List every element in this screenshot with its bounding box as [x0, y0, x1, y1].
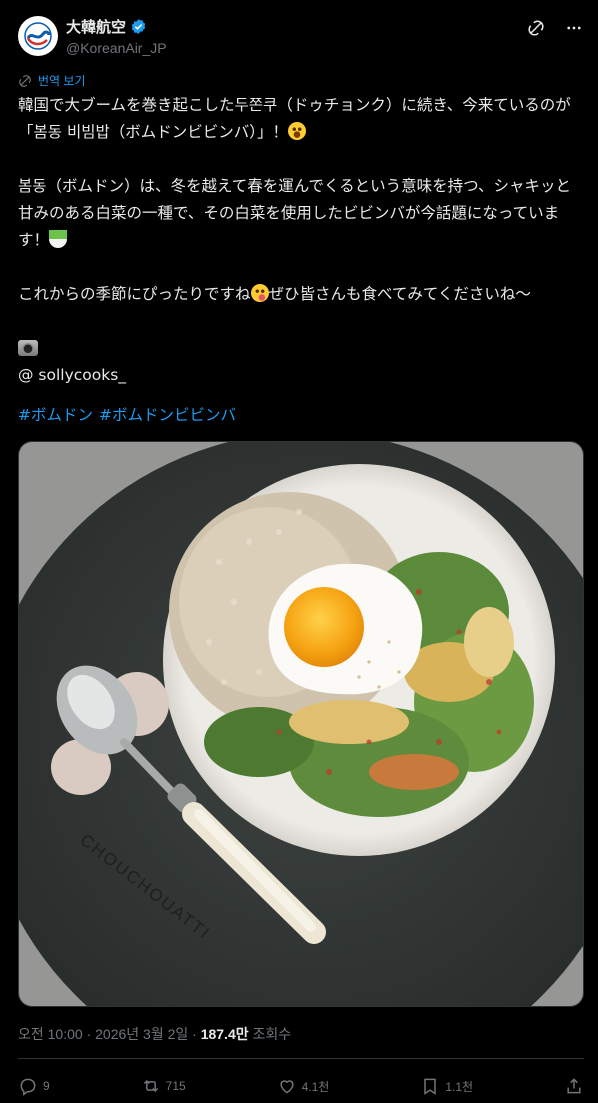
bookmark-icon [424, 1078, 437, 1095]
bookmark-button[interactable]: 1.1천 [420, 1076, 473, 1096]
verified-badge-icon [131, 19, 146, 34]
tweet-photo[interactable]: CHOUCHOUATTI [18, 441, 584, 1007]
translate-label[interactable]: 번역 보기 [38, 72, 86, 89]
more-options-icon[interactable] [564, 18, 584, 38]
like-count: 4.1천 [301, 1079, 330, 1094]
repost-button[interactable]: 715 [141, 1076, 186, 1096]
egg-yolk [284, 587, 364, 667]
hashtag-bomdong[interactable]: #ボムドン [18, 403, 93, 425]
bookmark-count: 1.1천 [445, 1079, 474, 1094]
share-icon [567, 1078, 581, 1094]
divider [18, 1058, 584, 1059]
hashtags: #ボムドン #ボムドンビビンバ [18, 403, 236, 425]
reply-button[interactable]: 9 [18, 1076, 50, 1096]
tweet-line-3b: ぜひ皆さんも食べてみてくださいね〜 [268, 285, 531, 303]
bibimbap-photo: CHOUCHOUATTI [19, 442, 583, 1006]
tweet-text: 韓国で大ブームを巻き起こした두쫀쿠（ドゥチョンク）に続き、今来ているのが「봄동 … [18, 92, 582, 389]
korean-air-logo-icon [24, 22, 52, 50]
views-label: 조회수 [248, 1026, 292, 1042]
repost-count: 715 [165, 1079, 186, 1093]
repost-icon [143, 1079, 158, 1093]
tweet-line-2: 봄동（ボムドン）は、冬を越えて春を運んでくるという意味を持つ、シャキッと甘みのあ… [18, 177, 572, 249]
hashtag-bomdong-bibimbap[interactable]: #ボムドンビビンバ [99, 403, 236, 425]
camera-flash-emoji-icon [18, 340, 38, 356]
view-count: 187.4만 [200, 1026, 249, 1042]
yum-face-emoji-icon [250, 284, 269, 302]
translate-link[interactable]: 번역 보기 [18, 72, 86, 89]
heart-icon [280, 1080, 294, 1094]
handle[interactable]: @KoreanAir_JP [66, 40, 167, 56]
photo-credit[interactable]: @ sollycooks_ [18, 366, 126, 384]
display-name[interactable]: 大韓航空 [66, 16, 126, 37]
reply-count: 9 [43, 1079, 50, 1093]
tweet-meta: 오전 10:00 · 2026년 3월 2일 · 187.4만 조회수 [18, 1024, 291, 1044]
astonished-face-emoji-icon [287, 122, 306, 140]
reply-icon [20, 1078, 36, 1096]
grok-icon[interactable] [526, 18, 546, 38]
tweet-timestamp[interactable]: 오전 10:00 · 2026년 3월 2일 · [18, 1026, 201, 1042]
grok-translate-icon [19, 74, 31, 87]
tweet-actions: 9 715 4.1천 1.1천 [18, 1072, 584, 1100]
tweet-header: 大韓航空 @KoreanAir_JP [18, 14, 586, 58]
avatar[interactable] [18, 16, 58, 56]
like-button[interactable]: 4.1천 [277, 1076, 330, 1096]
green-salad-emoji-icon [49, 230, 68, 248]
tweet-line-3a: これからの季節にぴったりですね [18, 285, 251, 303]
author-block[interactable]: 大韓航空 @KoreanAir_JP [66, 16, 167, 56]
share-button[interactable] [564, 1076, 584, 1096]
